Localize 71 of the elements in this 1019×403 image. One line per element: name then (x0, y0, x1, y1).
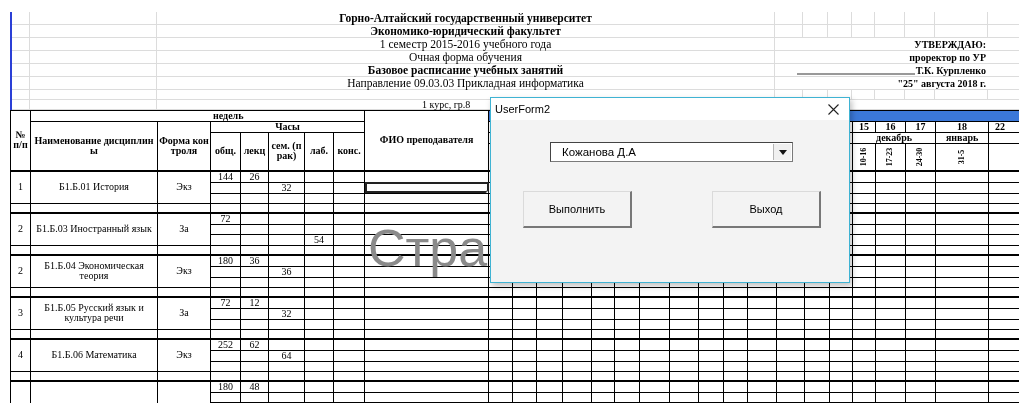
column-header: Часы (275, 122, 300, 132)
week-number: 18 (957, 122, 968, 132)
control-form: Экз (176, 265, 192, 276)
sheet-title-line: Направление 09.03.03 Прикладная информатика (347, 77, 584, 89)
hours-value: 36 (249, 256, 260, 266)
teacher-combo-box[interactable]: Кожанова Д.А (550, 142, 793, 162)
column-header: № п/п (13, 129, 28, 151)
discipline-name: Б1.Б.05 Русский язык и культура речи (44, 302, 144, 323)
sheet-title-line: Очная форма обучения (409, 51, 522, 63)
group-label: 1 курс, гр.8 (422, 99, 471, 110)
column-header: ФИО преподавателя (379, 134, 474, 146)
hours-value: 180 (218, 256, 233, 266)
column-header: сем. (прак) (271, 140, 302, 162)
week-number: 15 (859, 122, 870, 132)
column-header: недель (213, 111, 244, 121)
hours-value: 64 (281, 351, 292, 360)
hours-value: 62 (249, 340, 260, 350)
hours-value: 72 (220, 214, 231, 224)
control-form: Экз (176, 349, 192, 360)
week-dates: 31-5 (957, 149, 968, 165)
row-number: 1 (18, 181, 23, 192)
caret-icon[interactable] (778, 149, 787, 155)
sheet-title-line: Базовое расписание учебных занятий (367, 64, 564, 76)
control-form: Экз (176, 181, 192, 192)
column-header: общ. (215, 145, 236, 157)
control-form: За (179, 223, 189, 234)
month-label: декабрь (876, 133, 913, 143)
hours-value: 12 (249, 298, 260, 308)
hours-value: 48 (249, 382, 260, 392)
approval-text: Т.К. Курпленко (915, 64, 986, 76)
approval-text: УТВЕРЖДАЮ: (914, 38, 986, 50)
sheet-title-line: 1 семестр 2015-2016 учебного года (379, 38, 552, 50)
column-header: лекц (243, 145, 266, 157)
hours-value: 144 (218, 172, 233, 182)
dialog-title: UserForm2 (495, 103, 550, 115)
column-header: конс. (337, 145, 361, 157)
hours-value: 36 (281, 267, 292, 276)
hours-value: 32 (281, 183, 292, 192)
week-number: 17 (915, 122, 926, 132)
hours-value: 180 (218, 382, 233, 392)
week-number: 22 (995, 122, 1006, 132)
row-number: 4 (18, 349, 23, 360)
hours-value: 26 (249, 172, 260, 182)
approval-text: проректор по УР (909, 51, 986, 63)
sheet-title-line: Экономико-юридический факультет (370, 25, 561, 37)
control-form: За (179, 307, 189, 318)
exit-button[interactable]: Выход (712, 191, 821, 228)
month-label: январь (945, 133, 979, 143)
discipline-name: Б1.Б.01 История (59, 181, 129, 192)
column-header: лаб. (309, 145, 329, 157)
hours-value: 32 (281, 309, 292, 318)
discipline-name: Б1.Б.03 Иностранный язык (36, 223, 152, 234)
column-header: Наименование дисциплины (34, 134, 154, 156)
week-dates: 24-30 (915, 147, 926, 167)
hours-value: 54 (314, 235, 324, 244)
row-number: 2 (18, 265, 23, 276)
row-number: 3 (18, 307, 23, 318)
selected-cell[interactable] (364, 182, 489, 193)
discipline-name: Б1.Б.06 Математика (51, 349, 137, 360)
row-number: 2 (18, 223, 23, 234)
approval-text: "25" августа 2018 г. (897, 77, 986, 89)
discipline-name: Б1.Б.04 Экономическая теория (44, 260, 144, 281)
close-icon[interactable] (828, 103, 839, 115)
week-dates: 10-16 (859, 147, 870, 167)
run-button[interactable]: Выполнить (523, 191, 632, 228)
hours-value: 252 (218, 340, 233, 350)
column-header: Форма контроля (159, 134, 209, 156)
week-number: 16 (885, 122, 896, 132)
week-dates: 17-23 (885, 147, 896, 167)
sheet-title-line: Горно-Алтайский государственный университет (339, 12, 592, 24)
hours-value: 72 (220, 298, 231, 308)
